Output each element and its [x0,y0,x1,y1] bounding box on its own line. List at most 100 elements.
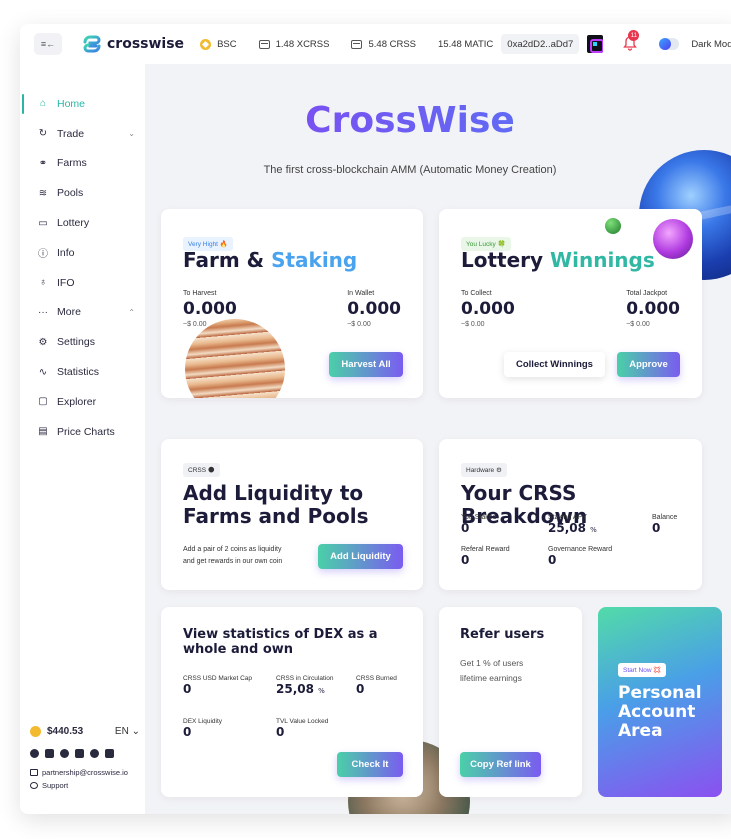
governance-value: 0 [548,553,557,567]
jackpot-usd: ~$ 0.00 [626,321,650,328]
reddit-icon[interactable] [60,749,69,758]
lottery-card: You Lucky 🍀 Lottery Winnings To Collect … [439,209,702,398]
staked-block: You Staked 0 [461,514,497,535]
xcrss-balance-label: 1.48 XCRSS [275,38,330,50]
crss-coin-icon [30,726,41,737]
discord-icon[interactable] [45,749,54,758]
crss-breakdown-card: Hardware ⚙ Your CRSS Breakdown You Stake… [439,439,702,590]
sidebar-item-info[interactable]: ⓘ Info [20,238,145,268]
circulation-block: CRSS in Circulation 25,08 % [276,675,333,696]
notifications-button[interactable]: 11 [623,30,640,53]
twitter-icon[interactable] [75,749,84,758]
sidebar-item-ifo[interactable]: ♁ IFO [20,268,145,298]
sidebar-item-farms[interactable]: ⚭ Farms [20,149,145,179]
tvl-label: TVL Value Locked [276,718,329,725]
sidebar-item-pools[interactable]: ≋ Pools [20,178,145,208]
dex-statistics-card: View statistics of DEX as a whole and ow… [161,607,423,797]
sidebar-item-home[interactable]: ⌂ Home [20,89,145,119]
sidebar-item-label: Pools [57,187,84,200]
circulation-label: CRSS in Circulation [276,675,334,682]
info-icon: ⓘ [38,249,48,261]
chevron-down-icon: ⌄ [128,129,135,139]
xcrss-balance[interactable]: 1.48 XCRSS [258,34,330,54]
lottery-icon: ▭ [38,217,48,229]
telegram-icon[interactable] [30,749,39,758]
refer-desc-line: Get 1 % of users [460,658,524,668]
sidebar-item-explorer[interactable]: ▢ Explorer [20,387,145,417]
brand[interactable]: crosswise [82,34,184,54]
governance-label: Governance Reward [548,546,613,553]
purple-planet-illustration [653,219,693,259]
menu-toggle-button[interactable]: ≡← [34,33,62,55]
collect-label: To Collect [461,290,492,297]
matic-balance-label: 15.48 MATIC [438,38,494,50]
sidebar-footer: $440.53 EN ⌄ partnership@crosswise.io Su… [30,726,140,790]
dark-mode-toggle[interactable] [659,38,680,50]
liquidity-tag: CRSS 🌑 [183,463,220,477]
ifo-icon: ♁ [39,277,47,289]
medium-icon[interactable] [105,749,114,758]
balance-value: 0 [652,521,661,535]
settings-icon: ⚙ [38,336,48,348]
check-it-button[interactable]: Check It [337,752,403,777]
sidebar-item-label: More [57,306,81,319]
collect-value: 0.000 [461,299,515,319]
support-label: Support [42,781,69,790]
referral-value: 0 [461,553,470,567]
harvest-all-button[interactable]: Harvest All [329,352,403,377]
lottery-title-accent: Winnings [550,248,655,272]
dex-liquidity-value: 0 [183,725,192,739]
apy-value: 25,08 [548,521,586,535]
crosswise-logo-icon [83,35,101,53]
network-selector[interactable]: BSC [200,34,237,54]
governance-block: Governance Reward 0 [548,546,612,567]
language-selector[interactable]: EN ⌄ [115,726,140,737]
crss-balance[interactable]: 5.48 CRSS [351,34,416,54]
collect-usd: ~$ 0.00 [461,321,485,328]
sidebar-item-more[interactable]: ··· More ⌃ [20,298,145,328]
farm-staking-card: Very Hight 🔥 Farm & Staking To Harvest 0… [161,209,423,398]
sidebar-item-label: Statistics [57,366,100,379]
sidebar-item-label: Price Charts [57,425,115,438]
staked-value: 0 [461,521,470,535]
language-label: EN [114,726,129,737]
crss-price: $440.53 EN ⌄ [30,726,140,737]
avatar[interactable] [587,35,604,53]
balance-label: Balance [652,514,678,521]
wallet-address-label: 0xa2dD2..aDd7 [507,38,574,50]
market-cap-block: CRSS USD Market Cap 0 [183,675,252,696]
harvest-value: 0.000 [183,299,237,319]
support-icon [30,782,38,789]
jackpot-block: Total Jackpot 0.000 ~$ 0.00 [626,290,680,328]
wallet-address[interactable]: 0xa2dD2..aDd7 [501,34,580,54]
add-liquidity-button[interactable]: Add Liquidity [318,544,403,569]
tvl-block: TVL Value Locked 0 [276,718,328,739]
collect-block: To Collect 0.000 ~$ 0.00 [461,290,515,328]
partnership-email-label: partnership@crosswise.io [42,768,128,777]
notification-badge: 11 [628,30,640,41]
partnership-email[interactable]: partnership@crosswise.io [30,768,140,777]
breakdown-tag: Hardware ⚙ [461,463,507,477]
green-moon-illustration [605,218,621,234]
market-cap-label: CRSS USD Market Cap [183,675,252,682]
collect-winnings-button[interactable]: Collect Winnings [504,352,605,377]
support-link[interactable]: Support [30,781,140,790]
wallet-block: In Wallet 0.000 ~$ 0.00 [347,290,401,328]
sidebar-item-label: Farms [57,157,87,170]
trade-icon: ↻ [38,128,48,140]
refer-desc-line: lifetime earnings [460,673,522,683]
sidebar-item-settings[interactable]: ⚙ Settings [20,327,145,357]
sidebar-item-lottery[interactable]: ▭ Lottery [20,208,145,238]
personal-account-card[interactable]: Start Now 💢 Personal Account Area [598,607,722,797]
sidebar-item-trade[interactable]: ↻ Trade ⌄ [20,119,145,149]
brand-name: crosswise [107,36,185,52]
copy-ref-link-button[interactable]: Copy Ref link [460,752,541,777]
github-icon[interactable] [90,749,99,758]
jupiter-illustration [185,319,285,398]
dark-mode-label: Dark Mode [691,38,731,50]
sidebar-item-statistics[interactable]: ∿ Statistics [20,357,145,387]
balance-block: Balance 0 [652,514,677,535]
approve-button[interactable]: Approve [617,352,680,377]
circulation-unit: % [318,687,325,695]
sidebar-item-price-charts[interactable]: ▤ Price Charts [20,417,145,447]
